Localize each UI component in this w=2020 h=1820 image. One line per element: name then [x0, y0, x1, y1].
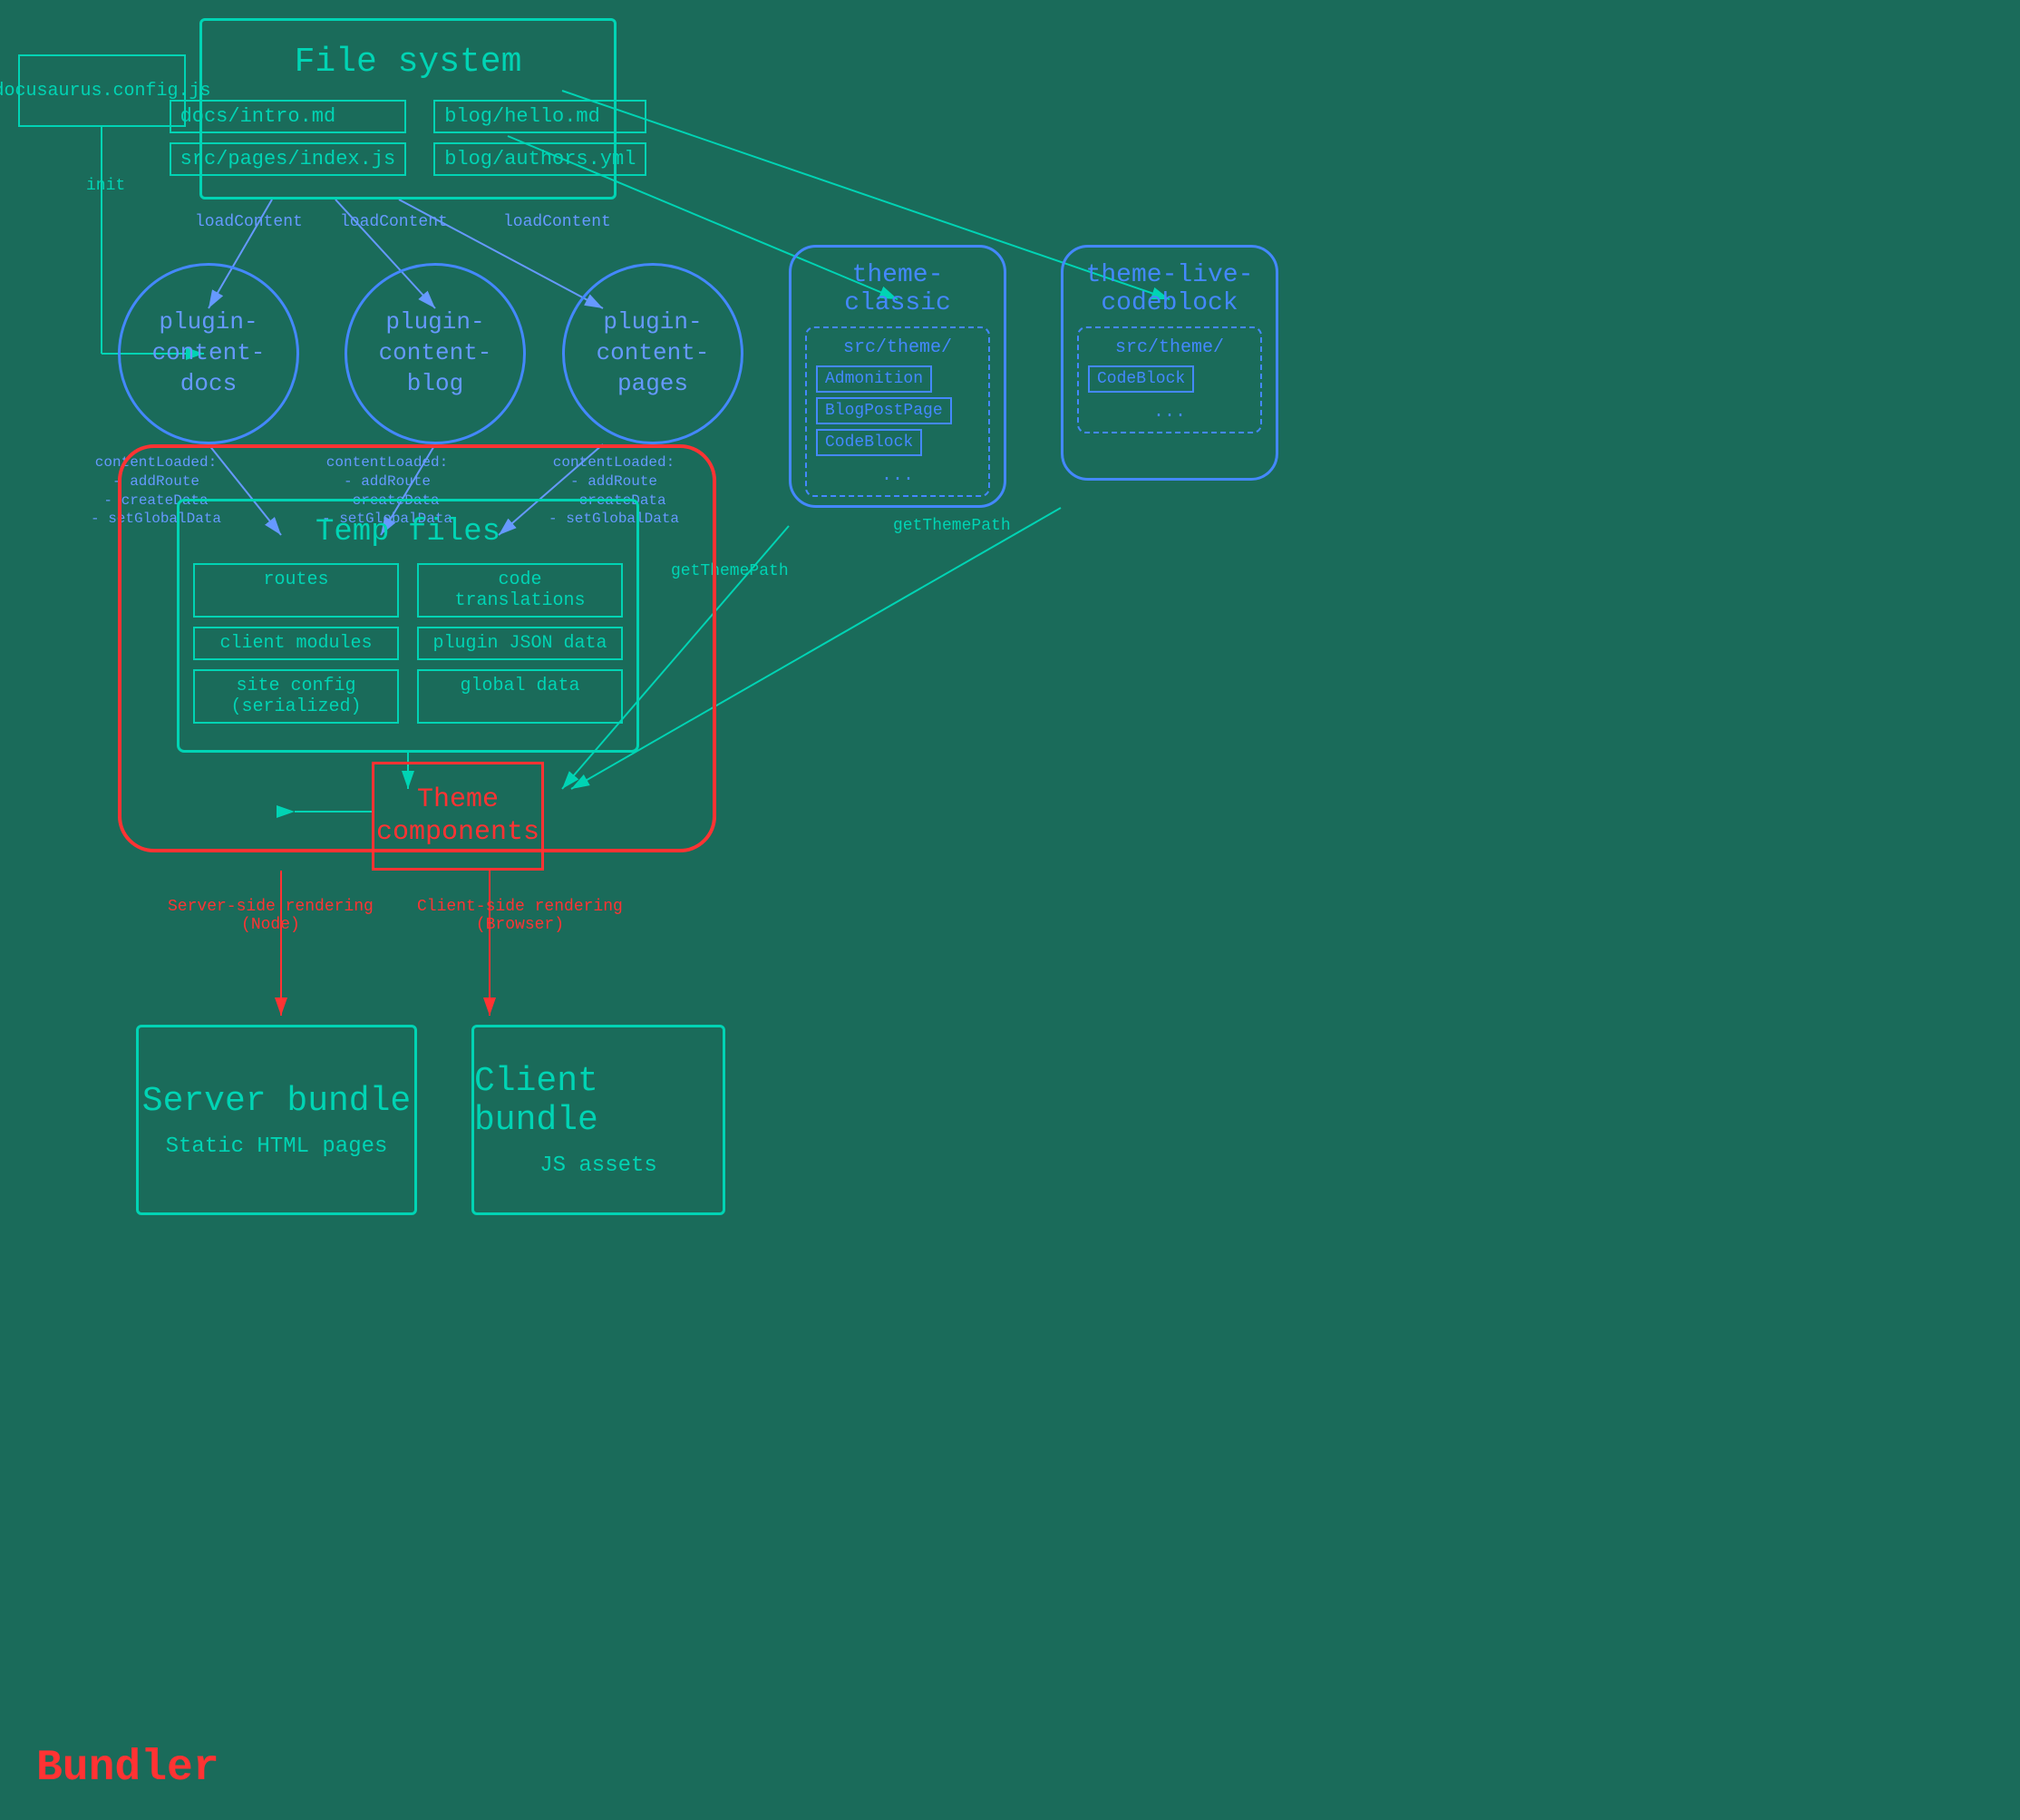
temp-item-1: code translations [417, 563, 623, 618]
client-bundle-box: Client bundle JS assets [471, 1025, 725, 1215]
server-side-label: Server-side rendering(Node) [168, 898, 374, 934]
server-bundle-sub: Static HTML pages [166, 1134, 388, 1159]
file-item-1: blog/hello.md [433, 100, 646, 133]
plugin-pages-label: plugin-content-pages [597, 307, 710, 399]
temp-files-box: Temp files routes code translations clie… [177, 499, 639, 753]
theme-live-comp-0: CodeBlock [1088, 365, 1194, 393]
theme-live-dots: ... [1088, 402, 1251, 423]
theme-classic-dots: ... [816, 465, 979, 486]
theme-classic-comp-1: BlogPostPage [816, 397, 952, 424]
plugin-docs-label: plugin-content-docs [152, 307, 266, 399]
bundler-label: Bundler [36, 1744, 219, 1793]
theme-classic-box: theme-classic src/theme/ Admonition Blog… [789, 245, 1006, 508]
theme-live-box: theme-live-codeblock src/theme/ CodeBloc… [1061, 245, 1278, 481]
client-bundle-sub: JS assets [539, 1153, 657, 1178]
config-label: docusaurus.config.js [0, 81, 211, 102]
get-theme-path-2: getThemePath [893, 517, 1011, 535]
theme-classic-inner: src/theme/ Admonition BlogPostPage CodeB… [805, 326, 990, 497]
config-box: docusaurus.config.js [18, 54, 186, 127]
theme-classic-comp-2: CodeBlock [816, 429, 922, 456]
file-system-title: File system [295, 43, 522, 82]
theme-live-title: theme-live-codeblock [1086, 261, 1254, 317]
plugin-pages-circle: plugin-content-pages [562, 263, 743, 444]
file-items-grid: docs/intro.md blog/hello.md src/pages/in… [170, 100, 647, 176]
plugin-docs-circle: plugin-content-docs [118, 263, 299, 444]
client-side-label: Client-side rendering(Browser) [417, 898, 623, 934]
theme-live-src-label: src/theme/ [1088, 337, 1251, 358]
file-item-0: docs/intro.md [170, 100, 407, 133]
load-content-3-label: loadContent [503, 213, 611, 231]
init-label: init [86, 177, 125, 195]
load-content-2-label: loadContent [340, 213, 448, 231]
temp-item-5: global data [417, 669, 623, 724]
plugin-blog-circle: plugin-content-blog [345, 263, 526, 444]
temp-item-2: client modules [193, 627, 399, 660]
temp-files-title: Temp files [316, 515, 500, 550]
diagram-container: docusaurus.config.js File system docs/in… [0, 0, 2020, 1820]
theme-classic-src-label: src/theme/ [816, 337, 979, 358]
client-bundle-title: Client bundle [474, 1062, 723, 1140]
server-bundle-box: Server bundle Static HTML pages [136, 1025, 417, 1215]
temp-item-3: plugin JSON data [417, 627, 623, 660]
theme-components-label: Themecomponents [376, 783, 539, 849]
theme-components-box: Themecomponents [372, 762, 544, 871]
plugin-blog-label: plugin-content-blog [379, 307, 492, 399]
server-bundle-title: Server bundle [142, 1082, 411, 1121]
temp-item-4: site config (serialized) [193, 669, 399, 724]
file-item-2: src/pages/index.js [170, 142, 407, 176]
file-system-box: File system docs/intro.md blog/hello.md … [199, 18, 617, 200]
theme-classic-comp-0: Admonition [816, 365, 932, 393]
theme-live-inner: src/theme/ CodeBlock ... [1077, 326, 1262, 433]
theme-classic-title: theme-classic [805, 261, 990, 317]
load-content-1-label: loadContent [195, 213, 303, 231]
temp-files-grid: routes code translations client modules … [193, 563, 623, 724]
file-item-3: blog/authors.yml [433, 142, 646, 176]
temp-item-0: routes [193, 563, 399, 618]
